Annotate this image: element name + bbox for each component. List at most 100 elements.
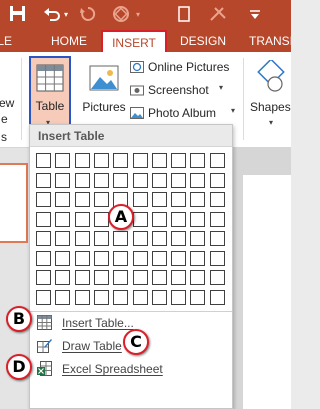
- table-grid-cell[interactable]: [36, 270, 51, 285]
- table-grid-cell[interactable]: [55, 290, 70, 305]
- table-grid-cell[interactable]: [75, 231, 90, 246]
- table-grid-cell[interactable]: [190, 153, 205, 168]
- shapes-dropdown-icon[interactable]: ▾: [136, 11, 140, 19]
- table-grid-cell[interactable]: [152, 270, 167, 285]
- table-button[interactable]: Table ▾: [29, 56, 71, 132]
- table-grid-cell[interactable]: [171, 290, 186, 305]
- table-grid-cell[interactable]: [75, 290, 90, 305]
- table-grid-cell[interactable]: [75, 192, 90, 207]
- table-grid-cell[interactable]: [210, 212, 225, 227]
- table-grid-cell[interactable]: [133, 153, 148, 168]
- table-grid-cell[interactable]: [152, 192, 167, 207]
- table-grid-cell[interactable]: [75, 270, 90, 285]
- table-grid-cell[interactable]: [113, 251, 128, 266]
- table-grid-cell[interactable]: [55, 231, 70, 246]
- table-grid-cell[interactable]: [210, 290, 225, 305]
- tab-file[interactable]: ILE: [0, 30, 18, 52]
- pictures-button[interactable]: Pictures: [80, 58, 128, 124]
- photo-album-button[interactable]: Photo Album ▾: [130, 104, 242, 124]
- save-icon[interactable]: [9, 5, 26, 22]
- table-grid-cell[interactable]: [75, 212, 90, 227]
- table-grid-cell[interactable]: [113, 270, 128, 285]
- table-grid-cell[interactable]: [152, 231, 167, 246]
- excel-spreadsheet-menu-item[interactable]: Excel Spreadsheet: [30, 358, 232, 380]
- online-pictures-button[interactable]: Online Pictures: [130, 58, 256, 78]
- redo-icon[interactable]: [80, 6, 96, 22]
- table-grid-cell[interactable]: [36, 290, 51, 305]
- table-grid-cell[interactable]: [113, 153, 128, 168]
- table-grid-cell[interactable]: [190, 251, 205, 266]
- table-grid-cell[interactable]: [133, 251, 148, 266]
- tab-design[interactable]: DESIGN: [180, 30, 226, 52]
- table-grid-cell[interactable]: [113, 173, 128, 188]
- table-grid-cell[interactable]: [210, 231, 225, 246]
- table-grid-cell[interactable]: [152, 153, 167, 168]
- table-grid-cell[interactable]: [171, 173, 186, 188]
- format-icon[interactable]: [209, 6, 227, 22]
- table-grid-cell[interactable]: [75, 173, 90, 188]
- table-grid-cell[interactable]: [133, 231, 148, 246]
- table-grid-cell[interactable]: [55, 153, 70, 168]
- tab-home[interactable]: HOME: [51, 30, 87, 52]
- undo-icon[interactable]: [44, 7, 60, 21]
- table-size-grid[interactable]: [36, 153, 226, 309]
- table-grid-cell[interactable]: [133, 212, 148, 227]
- new-slide-label-fragment[interactable]: ew: [0, 96, 14, 110]
- table-grid-cell[interactable]: [94, 231, 109, 246]
- screenshot-button[interactable]: Screenshot ▾: [130, 81, 240, 101]
- table-grid-cell[interactable]: [75, 251, 90, 266]
- new-slide-label-fragment-2[interactable]: e: [1, 112, 8, 126]
- table-grid-cell[interactable]: [210, 153, 225, 168]
- table-grid-cell[interactable]: [171, 192, 186, 207]
- touch-mode-icon[interactable]: [178, 6, 190, 22]
- shapes-button[interactable]: Shapes ▾: [247, 58, 291, 128]
- table-grid-cell[interactable]: [190, 290, 205, 305]
- table-grid-cell[interactable]: [36, 251, 51, 266]
- table-grid-cell[interactable]: [94, 173, 109, 188]
- table-grid-cell[interactable]: [94, 153, 109, 168]
- table-grid-cell[interactable]: [36, 231, 51, 246]
- table-grid-cell[interactable]: [171, 270, 186, 285]
- table-grid-cell[interactable]: [210, 173, 225, 188]
- table-grid-cell[interactable]: [210, 192, 225, 207]
- table-grid-cell[interactable]: [36, 153, 51, 168]
- table-grid-cell[interactable]: [210, 270, 225, 285]
- table-grid-cell[interactable]: [190, 192, 205, 207]
- tab-transitions[interactable]: TRANSI: [249, 30, 291, 52]
- table-grid-cell[interactable]: [36, 212, 51, 227]
- table-grid-cell[interactable]: [171, 153, 186, 168]
- table-grid-cell[interactable]: [55, 251, 70, 266]
- table-grid-cell[interactable]: [133, 270, 148, 285]
- table-grid-cell[interactable]: [171, 251, 186, 266]
- table-grid-cell[interactable]: [55, 270, 70, 285]
- table-grid-cell[interactable]: [36, 192, 51, 207]
- table-grid-cell[interactable]: [36, 173, 51, 188]
- table-grid-cell[interactable]: [94, 212, 109, 227]
- slide-thumbnail[interactable]: [0, 163, 28, 243]
- table-grid-cell[interactable]: [113, 231, 128, 246]
- table-grid-cell[interactable]: [133, 173, 148, 188]
- table-grid-cell[interactable]: [55, 192, 70, 207]
- table-grid-cell[interactable]: [133, 290, 148, 305]
- table-grid-cell[interactable]: [152, 212, 167, 227]
- table-grid-cell[interactable]: [94, 192, 109, 207]
- table-grid-cell[interactable]: [190, 212, 205, 227]
- table-grid-cell[interactable]: [152, 173, 167, 188]
- table-grid-cell[interactable]: [152, 251, 167, 266]
- table-grid-cell[interactable]: [94, 251, 109, 266]
- table-grid-cell[interactable]: [94, 290, 109, 305]
- table-grid-cell[interactable]: [210, 251, 225, 266]
- table-grid-cell[interactable]: [55, 173, 70, 188]
- table-grid-cell[interactable]: [94, 270, 109, 285]
- tab-insert[interactable]: INSERT: [101, 30, 167, 54]
- table-grid-cell[interactable]: [113, 290, 128, 305]
- table-grid-cell[interactable]: [75, 153, 90, 168]
- table-grid-cell[interactable]: [190, 231, 205, 246]
- table-grid-cell[interactable]: [133, 192, 148, 207]
- table-grid-cell[interactable]: [152, 290, 167, 305]
- slide-canvas[interactable]: [243, 175, 291, 409]
- start-from-beginning-icon[interactable]: [110, 5, 132, 23]
- customize-toolbar-icon[interactable]: [247, 6, 263, 22]
- table-grid-cell[interactable]: [55, 212, 70, 227]
- table-grid-cell[interactable]: [190, 270, 205, 285]
